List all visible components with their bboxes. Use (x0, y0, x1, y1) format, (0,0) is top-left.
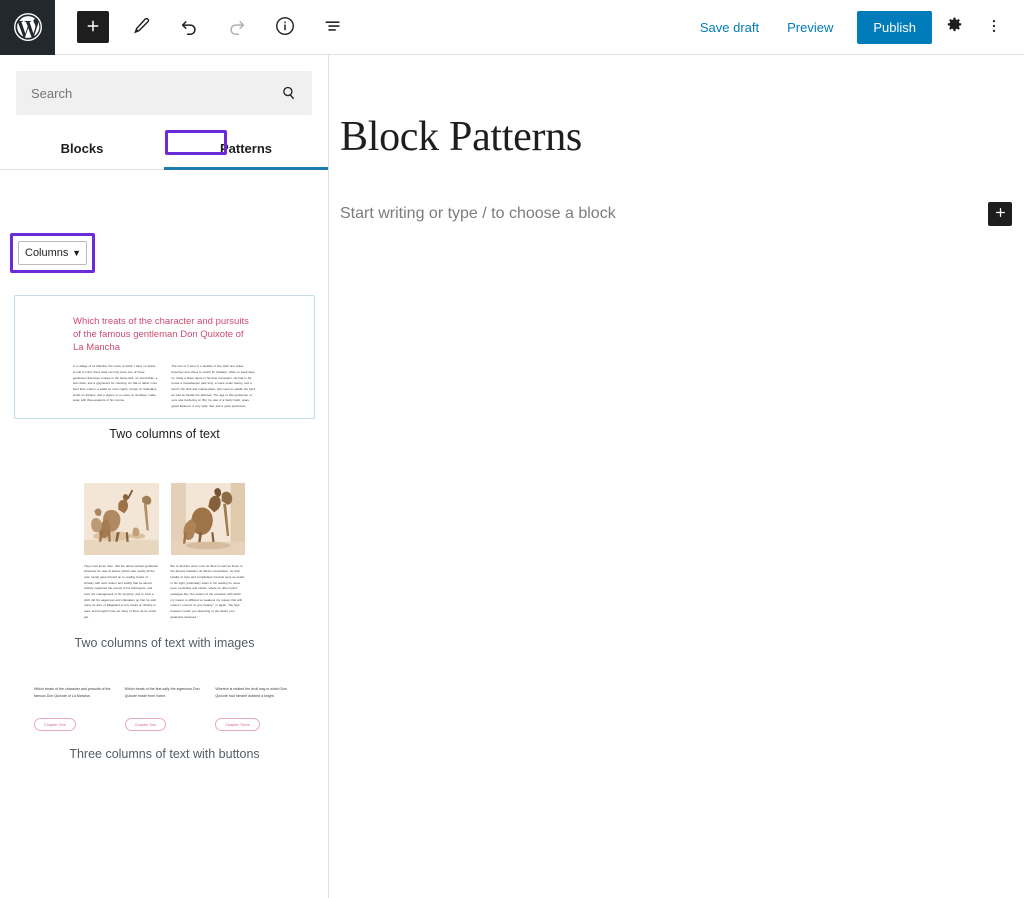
redo-button[interactable] (221, 11, 253, 43)
inserter-tabs: Blocks Patterns (0, 129, 328, 170)
empty-paragraph-row: Start writing or type / to choose a bloc… (330, 202, 1024, 226)
pattern-item-two-columns-of-text[interactable]: Which treats of the character and pursui… (14, 295, 315, 451)
preview-button[interactable]: Preview (775, 12, 845, 43)
search-input[interactable] (17, 72, 311, 114)
undo-button[interactable] (173, 11, 205, 43)
pattern-column: But of all there were none he liked so w… (170, 482, 245, 621)
pattern-columns: In a village of La Mancha, the name of w… (73, 364, 256, 409)
don-quixote-illustration-two-image (170, 482, 245, 555)
kebab-menu-icon (985, 17, 1003, 38)
pattern-list[interactable]: Which treats of the character and pursui… (0, 295, 328, 898)
pattern-chapter-three-button: Chapter Three (215, 718, 260, 732)
pattern-column: Which treats of the character and pursui… (34, 686, 114, 732)
pattern-column: Which treats of the first sally the inge… (124, 686, 205, 732)
paragraph-placeholder[interactable]: Start writing or type / to choose a bloc… (340, 205, 988, 223)
pattern-item-two-columns-of-text-with-images[interactable]: They must know, then, that the above-nam… (14, 468, 315, 655)
block-inserter-sidebar: Blocks Patterns Columns ▼ Which treats o… (0, 55, 329, 898)
pattern-label: Two columns of text with images (74, 636, 255, 651)
pattern-category-value: Columns (25, 247, 69, 259)
settings-button[interactable] (936, 9, 972, 45)
publish-button[interactable]: Publish (857, 10, 932, 44)
gear-icon (945, 16, 964, 38)
pattern-column-text: Which treats of the character and pursui… (34, 687, 111, 699)
pattern-column-text: Wherein is related the droll way in whic… (215, 687, 288, 699)
search-section (0, 55, 328, 115)
pattern-column: They must know, then, that the above-nam… (84, 482, 159, 621)
inline-add-block-button[interactable] (988, 202, 1012, 226)
pattern-columns: Which treats of the character and pursui… (34, 686, 295, 732)
chevron-down-icon: ▼ (72, 247, 81, 258)
pattern-category-select[interactable]: Columns ▼ (18, 241, 87, 265)
pattern-column: In a village of La Mancha, the name of w… (73, 364, 158, 409)
wordpress-logo-button[interactable] (0, 0, 55, 55)
edit-tool-button[interactable] (125, 11, 157, 43)
wordpress-logo-icon (13, 12, 43, 42)
editor-tools (77, 11, 349, 43)
plus-icon (84, 17, 102, 38)
more-options-button[interactable] (976, 9, 1012, 45)
pattern-label: Three columns of text with buttons (69, 747, 260, 762)
pattern-preview: They must know, then, that the above-nam… (14, 468, 315, 629)
save-draft-button[interactable]: Save draft (688, 12, 771, 43)
page-title[interactable]: Block Patterns (330, 55, 1024, 161)
editor-canvas[interactable]: Block Patterns Start writing or type / t… (330, 55, 1024, 898)
info-circle-icon (274, 15, 296, 40)
plus-icon (993, 205, 1008, 223)
pattern-heading: Which treats of the character and pursui… (73, 316, 249, 353)
pattern-preview: Which treats of the character and pursui… (14, 672, 315, 740)
pattern-column-text: In a village of La Mancha, the name of w… (73, 364, 158, 403)
pattern-label: Two columns of text (109, 426, 220, 441)
don-quixote-illustration-one-image (84, 482, 159, 555)
list-view-icon (322, 15, 344, 40)
pattern-column-text: They must know, then, that the above-nam… (84, 563, 159, 619)
search-box[interactable] (16, 71, 312, 115)
add-block-toggle-button[interactable] (77, 11, 109, 43)
pattern-column: Wherein is related the droll way in whic… (215, 686, 295, 732)
pattern-column: The rest of it went in a doublet of fine… (172, 364, 257, 409)
pattern-chapter-one-button: Chapter One (34, 718, 76, 732)
list-view-button[interactable] (317, 11, 349, 43)
top-bar-actions: Save draft Preview Publish (688, 9, 1024, 45)
pattern-column-text: Which treats of the first sally the inge… (124, 687, 200, 699)
pattern-item-three-columns-of-text-with-buttons[interactable]: Which treats of the character and pursui… (14, 672, 315, 765)
pattern-chapter-two-button: Chapter Two (124, 718, 167, 732)
editor-top-bar: Save draft Preview Publish (0, 0, 1024, 55)
details-button[interactable] (269, 11, 301, 43)
pattern-preview: Which treats of the character and pursui… (14, 295, 315, 419)
redo-arrow-icon (226, 15, 248, 40)
tab-blocks[interactable]: Blocks (0, 129, 164, 169)
tab-patterns[interactable]: Patterns (164, 129, 328, 170)
pattern-columns: They must know, then, that the above-nam… (84, 482, 245, 621)
pattern-column-text: The rest of it went in a doublet of fine… (171, 364, 256, 409)
undo-arrow-icon (178, 15, 200, 40)
pencil-icon (131, 16, 151, 39)
pattern-category-row (0, 170, 328, 232)
pattern-column-text: But of all there were none he liked so w… (170, 563, 245, 619)
